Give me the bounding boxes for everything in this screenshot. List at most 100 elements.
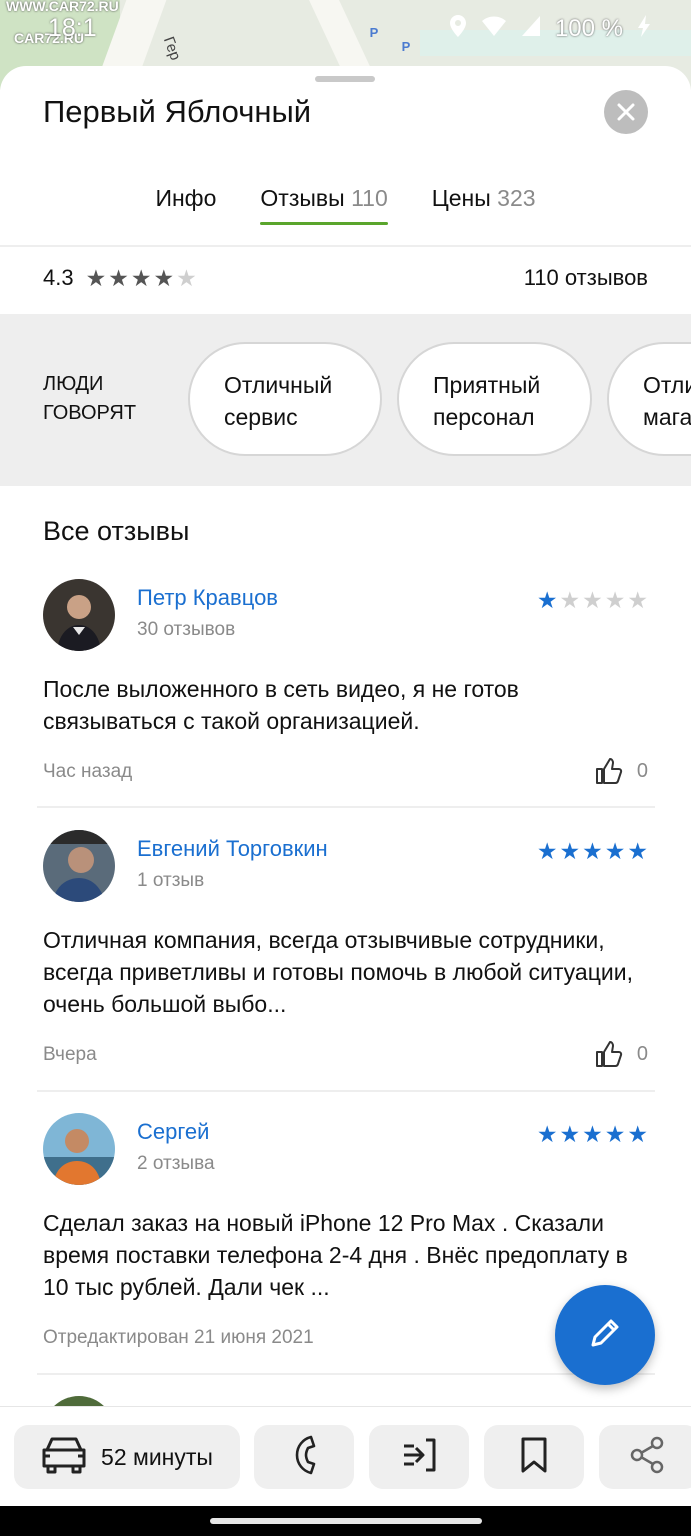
- chip-line: сервис: [224, 404, 298, 430]
- watermark-text: WWW.CAR72.RU: [6, 0, 119, 14]
- like-button[interactable]: 0: [595, 757, 648, 785]
- tab-label: Отзывы: [260, 185, 345, 211]
- star-icon: ★: [108, 264, 129, 291]
- route-button[interactable]: 52 минуты: [14, 1425, 240, 1489]
- rating-summary: 4.3 ★ ★ ★ ★ ★ 110 отзывов: [43, 256, 648, 300]
- star-icon: ★: [627, 838, 648, 864]
- star-icon: ★: [559, 838, 581, 864]
- rating-stars: ★ ★ ★ ★ ★: [85, 264, 197, 291]
- divider: [37, 1090, 655, 1092]
- thumbs-up-icon: [595, 1040, 623, 1068]
- divider: [37, 1373, 655, 1375]
- write-review-button[interactable]: [555, 1285, 655, 1385]
- star-icon: ★: [559, 587, 581, 613]
- author-name[interactable]: Сергей: [137, 1119, 209, 1145]
- entrance-icon: [400, 1436, 438, 1479]
- topic-chip[interactable]: Приятный персонал: [397, 342, 592, 456]
- avatar[interactable]: [43, 1396, 115, 1406]
- status-icons: 100 %: [449, 14, 651, 44]
- tab-info[interactable]: Инфо: [155, 181, 216, 225]
- wifi-icon: [481, 15, 507, 43]
- author-review-count: 30 отзывов: [137, 619, 236, 640]
- star-icon: ★: [153, 264, 175, 291]
- topic-chip[interactable]: Отличный сервис: [188, 342, 382, 456]
- status-time: 18:1: [48, 14, 97, 42]
- close-button[interactable]: [604, 90, 648, 134]
- star-icon: ★: [176, 264, 197, 291]
- status-bar: WWW.CAR72.RU CAR72.RU 18:1 100 %: [0, 0, 691, 56]
- avatar[interactable]: [43, 579, 115, 651]
- review-item: Евгений Торговкин 1 отзыв ★ ★ ★ ★ ★ Отли…: [37, 830, 655, 1092]
- bookmark-button[interactable]: [484, 1425, 584, 1489]
- review-date: Отредактирован 21 июня 2021: [43, 1327, 314, 1348]
- like-button[interactable]: 0: [595, 1040, 648, 1068]
- author-review-count: 1 отзыв: [137, 870, 205, 891]
- star-icon: ★: [604, 838, 626, 864]
- chip-line: Приятный: [433, 372, 541, 398]
- topic-chip[interactable]: Отли мага: [607, 342, 691, 456]
- review-date: Вчера: [43, 1044, 97, 1065]
- people-say-section: ЛЮДИ ГОВОРЯТ Отличный сервис Приятный пе…: [0, 314, 691, 486]
- author-review-count: 2 отзыва: [137, 1153, 215, 1174]
- review-item: Петр Кравцов 30 отзывов ★ ★ ★ ★ ★ После …: [37, 579, 655, 809]
- author-name[interactable]: Евгений Торговкин: [137, 836, 328, 862]
- sheet-grabber[interactable]: [315, 76, 375, 82]
- star-icon: ★: [536, 587, 558, 613]
- total-reviews: 110 отзывов: [523, 265, 648, 290]
- charging-icon: [637, 14, 651, 44]
- home-gesture-handle[interactable]: [210, 1518, 482, 1524]
- system-nav-bar: [0, 1506, 691, 1536]
- chip-line: Отли: [643, 372, 691, 398]
- phone-icon: [289, 1435, 319, 1480]
- review-date: Час назад: [43, 761, 133, 782]
- star-icon: ★: [582, 587, 603, 613]
- divider: [0, 245, 691, 247]
- tab-count: 110: [351, 185, 388, 211]
- route-time: 52 минуты: [101, 1443, 213, 1470]
- review-text[interactable]: Сделал заказ на новый iPhone 12 Pro Max …: [43, 1207, 643, 1303]
- star-icon: ★: [582, 1121, 603, 1147]
- signal-icon: [521, 15, 541, 43]
- review-stars: ★ ★ ★ ★ ★: [537, 840, 648, 863]
- review-stars: ★ ★ ★ ★ ★: [537, 589, 648, 612]
- place-card-sheet: Первый Яблочный Инфо Отзывы 110 Цены 323…: [0, 66, 691, 1406]
- star-icon: ★: [85, 264, 107, 291]
- tab-label: Цены: [431, 185, 491, 211]
- call-button[interactable]: [254, 1425, 354, 1489]
- share-icon: [629, 1436, 665, 1479]
- author-name[interactable]: Петр Кравцов: [137, 585, 278, 611]
- people-say-label: ЛЮДИ ГОВОРЯТ: [43, 373, 137, 424]
- star-icon: ★: [559, 1121, 581, 1147]
- star-icon: ★: [130, 264, 152, 291]
- review-text[interactable]: Отличная компания, всегда отзывчивые сот…: [43, 924, 643, 1020]
- tab-reviews[interactable]: Отзывы 110: [260, 181, 389, 225]
- star-icon: ★: [536, 1121, 558, 1147]
- star-icon: ★: [604, 1121, 626, 1147]
- tab-label: Инфо: [155, 185, 217, 211]
- like-count: 0: [636, 1042, 648, 1065]
- close-icon: [616, 96, 636, 129]
- share-button[interactable]: [599, 1425, 691, 1489]
- review-stars: ★ ★ ★ ★ ★: [537, 1123, 648, 1146]
- thumbs-up-icon: [595, 757, 623, 785]
- action-bar: 52 минуты: [0, 1406, 691, 1506]
- entrance-button[interactable]: [369, 1425, 469, 1489]
- bookmark-icon: [519, 1436, 549, 1479]
- divider: [37, 806, 655, 808]
- rating-value: 4.3: [43, 265, 74, 290]
- all-reviews-title: Все отзывы: [43, 516, 190, 546]
- chip-line: персонал: [433, 404, 535, 430]
- star-icon: ★: [582, 838, 603, 864]
- car-icon: [41, 1434, 87, 1480]
- avatar[interactable]: [43, 830, 115, 902]
- avatar[interactable]: [43, 1113, 115, 1185]
- review-text[interactable]: После выложенного в сеть видео, я не гот…: [43, 673, 643, 737]
- star-icon: ★: [604, 587, 626, 613]
- star-icon: ★: [627, 587, 648, 613]
- place-title: Первый Яблочный: [43, 94, 312, 129]
- location-icon: [449, 14, 467, 44]
- like-count: 0: [636, 759, 648, 782]
- star-icon: ★: [627, 1121, 648, 1147]
- pencil-icon: [587, 1315, 623, 1356]
- tab-prices[interactable]: Цены 323: [432, 181, 536, 225]
